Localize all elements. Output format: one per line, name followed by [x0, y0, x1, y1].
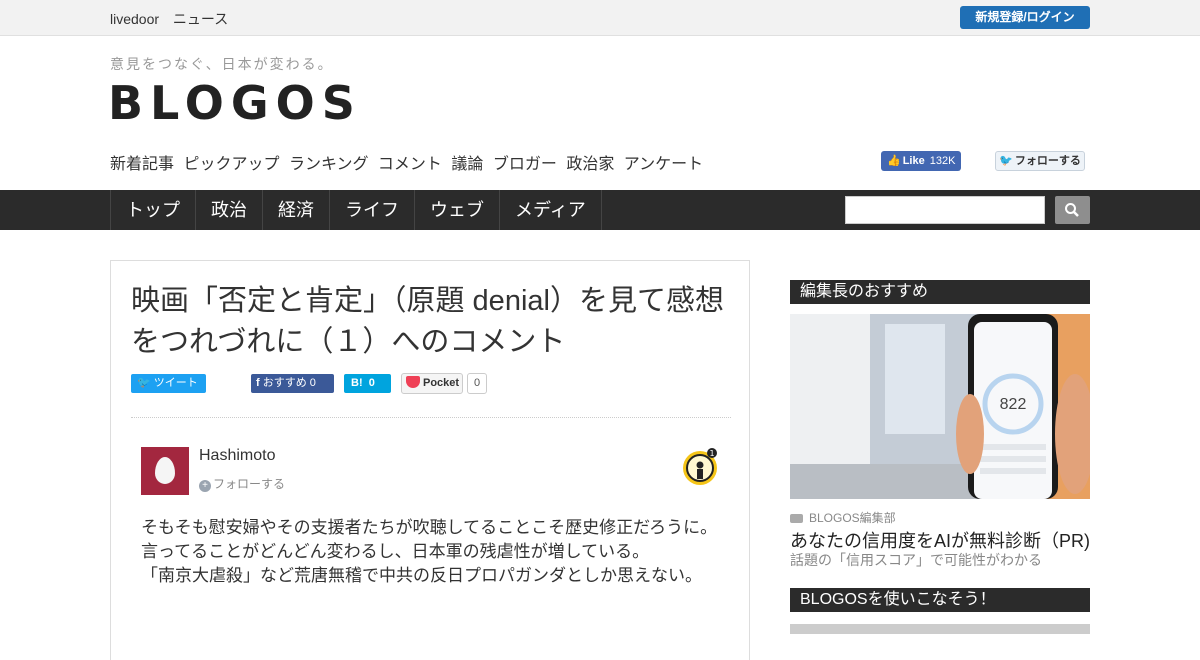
subnav-comment[interactable]: コメント [378, 156, 442, 173]
user-badge-icon: 1 [683, 448, 717, 485]
nav-web[interactable]: ウェブ [415, 190, 500, 230]
comment-body: そもそも慰安婦やその支援者たちが吹聴してることこそ歴史修正だろうに。 言ってるこ… [141, 516, 721, 588]
main-navigation: トップ 政治 経済 ライフ ウェブ メディア [0, 190, 1200, 230]
pocket-label: Pocket [423, 377, 460, 389]
nav-media[interactable]: メディア [500, 190, 602, 230]
tweet-button[interactable]: 🐦 ツイート [131, 374, 206, 393]
fb-like-count: 132K [929, 155, 956, 167]
subnav-pickup[interactable]: ピックアップ [183, 156, 279, 173]
editor-pick-heading: 編集長のおすすめ [790, 280, 1090, 304]
hatena-count: 0 [368, 377, 375, 389]
site-tagline: 意見をつなぐ、日本が変わる。 [110, 56, 334, 72]
subnav-politician[interactable]: 政治家 [566, 156, 614, 173]
editor-pick-image[interactable]: 822 [790, 314, 1090, 499]
follow-user-button[interactable]: + フォローする [199, 475, 285, 492]
subnav-debate[interactable]: 議論 [451, 156, 483, 173]
twitter-bird-icon: 🐦 [999, 155, 1013, 167]
twitter-bird-icon: 🐦 [137, 377, 151, 389]
camera-icon [790, 514, 803, 523]
thumbs-up-icon: 👍 [887, 155, 901, 167]
how-to-use-heading: BLOGOSを使いこなそう！ [790, 588, 1090, 612]
hatena-icon: B! [351, 377, 363, 389]
fb-recommend-count: 0 [309, 377, 316, 389]
plus-icon: + [199, 480, 211, 492]
phone-score: 822 [1000, 396, 1027, 413]
hatena-bookmark-button[interactable]: B! 0 [344, 374, 391, 393]
twitter-follow-button[interactable]: 🐦 フォローする [995, 151, 1085, 171]
pocket-count: 0 [467, 373, 487, 394]
nav-politics[interactable]: 政治 [196, 190, 263, 230]
register-login-button[interactable]: 新規登録/ログイン [960, 6, 1090, 29]
editor-pick-source: BLOGOS編集部 [790, 509, 896, 526]
how-to-use-banner[interactable] [790, 624, 1090, 634]
livedoor-brand[interactable]: livedoor ニュース [110, 9, 238, 29]
subnav-blogger[interactable]: ブロガー [493, 156, 557, 173]
comment-line: そもそも慰安婦やその支援者たちが吹聴してることこそ歴史修正だろうに。 [141, 518, 718, 537]
fb-recommend-label: おすすめ [262, 377, 307, 389]
livedoor-link[interactable]: livedoor [110, 11, 159, 27]
facebook-recommend-button[interactable]: f おすすめ 0 [251, 374, 334, 393]
comment-line: 言ってることがどんどん変わるし、日本軍の残虐性が増している。 [141, 542, 650, 561]
badge-count: 1 [709, 449, 714, 458]
phone-photo-image: 822 [790, 314, 1090, 499]
search-input[interactable] [845, 196, 1045, 224]
nav-life[interactable]: ライフ [330, 190, 415, 230]
subnav-ranking[interactable]: ランキング [289, 156, 369, 173]
follow-label: フォローする [213, 477, 286, 491]
egg-avatar-icon [155, 457, 175, 484]
editor-pick-author: BLOGOS編集部 [809, 511, 896, 525]
facebook-like-button[interactable]: 👍 Like 132K [881, 151, 961, 171]
comment-username[interactable]: Hashimoto [199, 447, 275, 465]
nav-economy[interactable]: 経済 [263, 190, 330, 230]
tweet-label: ツイート [153, 377, 198, 389]
pocket-button[interactable]: Pocket [401, 373, 463, 394]
search-button[interactable] [1055, 196, 1090, 224]
nav-top[interactable]: トップ [111, 190, 196, 230]
tw-follow-label: フォローする [1014, 155, 1081, 167]
avatar[interactable] [141, 447, 189, 495]
article-panel: 映画「否定と肯定」（原題 denial）を見て感想をつれづれに（１）へのコメント… [110, 260, 750, 660]
site-logo[interactable]: BLOGOS [108, 76, 362, 130]
fb-like-label: Like [902, 155, 925, 167]
divider [131, 417, 731, 418]
subnav-survey[interactable]: アンケート [624, 156, 703, 173]
sub-navigation: 新着記事 ピックアップ ランキング コメント 議論 ブロガー 政治家 アンケート [110, 150, 708, 174]
news-link[interactable]: ニュース [173, 11, 228, 27]
comment-line: 「南京大虐殺」など荒唐無稽で中共の反日プロパガンダとしか思えない。 [141, 566, 702, 585]
subnav-new[interactable]: 新着記事 [110, 156, 174, 173]
facebook-icon: f [256, 377, 260, 389]
pocket-icon [406, 376, 420, 388]
editor-pick-subtitle[interactable]: 話題の「信用スコア」で可能性がわかる [790, 550, 1042, 570]
top-bar: livedoor ニュース 新規登録/ログイン [0, 0, 1200, 36]
page-title: 映画「否定と肯定」（原題 denial）を見て感想をつれづれに（１）へのコメント [131, 285, 724, 358]
search-icon [1065, 203, 1079, 217]
